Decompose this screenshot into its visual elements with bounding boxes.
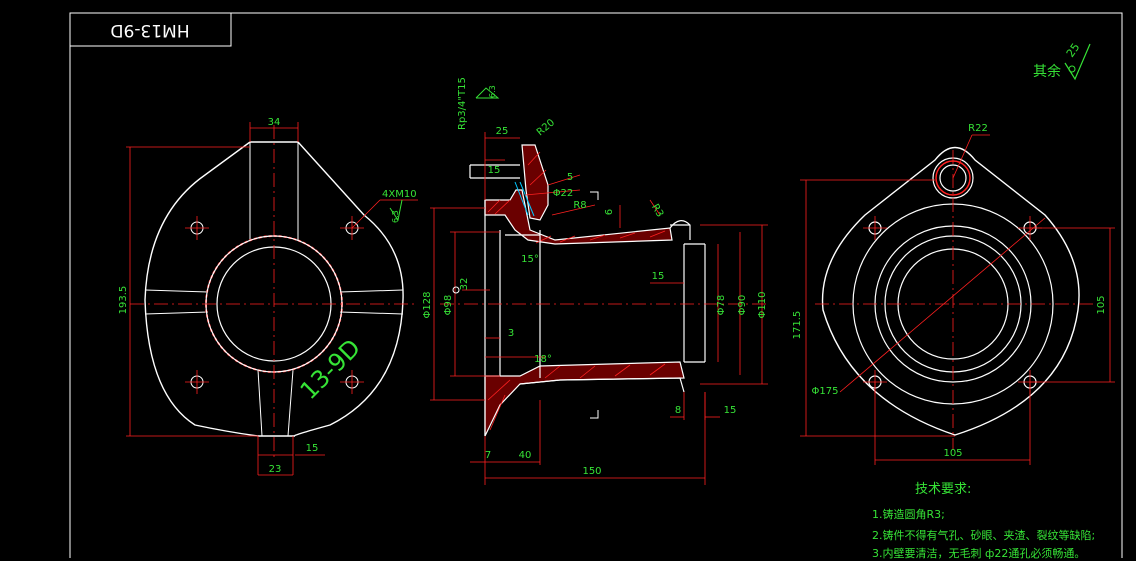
dim-5: 5 xyxy=(567,172,573,183)
dim-ang18: 18° xyxy=(534,354,552,365)
thread-finish: 6.3 xyxy=(488,85,497,98)
dim-v105: 105 xyxy=(1096,295,1107,314)
left-view: 34 193.5 4XM10 6.3 23 15 13-9D xyxy=(118,117,418,476)
bolt-spec: 4XM10 xyxy=(382,189,417,200)
dim-15-mid: 15 xyxy=(652,271,665,282)
part-mark: 13-9D xyxy=(295,334,366,405)
dim-rib-offset: 15 xyxy=(306,443,319,454)
dim-150: 150 xyxy=(582,466,601,477)
dim-3: 3 xyxy=(508,328,514,339)
dim-phi175: Φ175 xyxy=(812,386,839,397)
dim-32: 32 xyxy=(459,278,470,291)
dim-phi110: Φ110 xyxy=(757,292,768,319)
section-view: Rp3/4"T15 6.3 25 R20 15 5 Φ22 R8 6 R3 15… xyxy=(422,77,770,485)
title-block-text: HM13-9D xyxy=(110,20,189,40)
thread-spec: Rp3/4"T15 xyxy=(457,77,468,130)
dim-8: 8 xyxy=(675,405,681,416)
drawing-canvas: HM13-9D 其余 25 34 193.5 4XM10 6.3 23 15 1… xyxy=(69,12,1123,558)
dim-r20: R20 xyxy=(535,117,557,138)
rest-surface-label: 其余 xyxy=(1033,63,1061,80)
dim-rib-width: 23 xyxy=(269,464,282,475)
dim-top-width: 34 xyxy=(268,117,281,128)
surface-finish-mark: 其余 25 xyxy=(1033,41,1091,81)
dim-r8: R8 xyxy=(573,200,586,211)
dim-phi22: Φ22 xyxy=(553,188,574,199)
dim-15-top: 15 xyxy=(488,165,501,176)
dim-1715: 171.5 xyxy=(792,311,803,340)
requirements-heading: 技术要求: xyxy=(915,482,972,497)
dim-phi90: Φ90 xyxy=(737,295,748,316)
dim-15-bottom: 15 xyxy=(724,405,737,416)
rest-roughness-value: 25 xyxy=(1064,41,1083,60)
dim-height: 193.5 xyxy=(118,286,129,315)
requirement-item-1: 1.铸造圆角R3; xyxy=(872,508,945,521)
dim-phi128: Φ128 xyxy=(422,292,433,319)
right-view: R22 171.5 105 105 Φ175 xyxy=(792,123,1115,465)
dim-40: 40 xyxy=(519,450,532,461)
dim-r22: R22 xyxy=(968,123,988,134)
dim-phi78: Φ78 xyxy=(716,295,727,316)
dim-7: 7 xyxy=(485,450,491,461)
dim-h105: 105 xyxy=(943,448,962,459)
dim-ang15: 15° xyxy=(521,254,539,265)
dim-phi98: Φ98 xyxy=(443,295,454,316)
dim-r3: R3 xyxy=(649,202,665,219)
requirement-item-2: 2.铸件不得有气孔、砂眼、夹渣、裂纹等缺陷; xyxy=(872,529,1096,542)
dim-6: 6 xyxy=(604,209,615,215)
requirement-item-3: 3.内壁要清洁，无毛刺 ф22通孔必须畅通。 xyxy=(872,547,1086,560)
dim-25: 25 xyxy=(496,126,509,137)
